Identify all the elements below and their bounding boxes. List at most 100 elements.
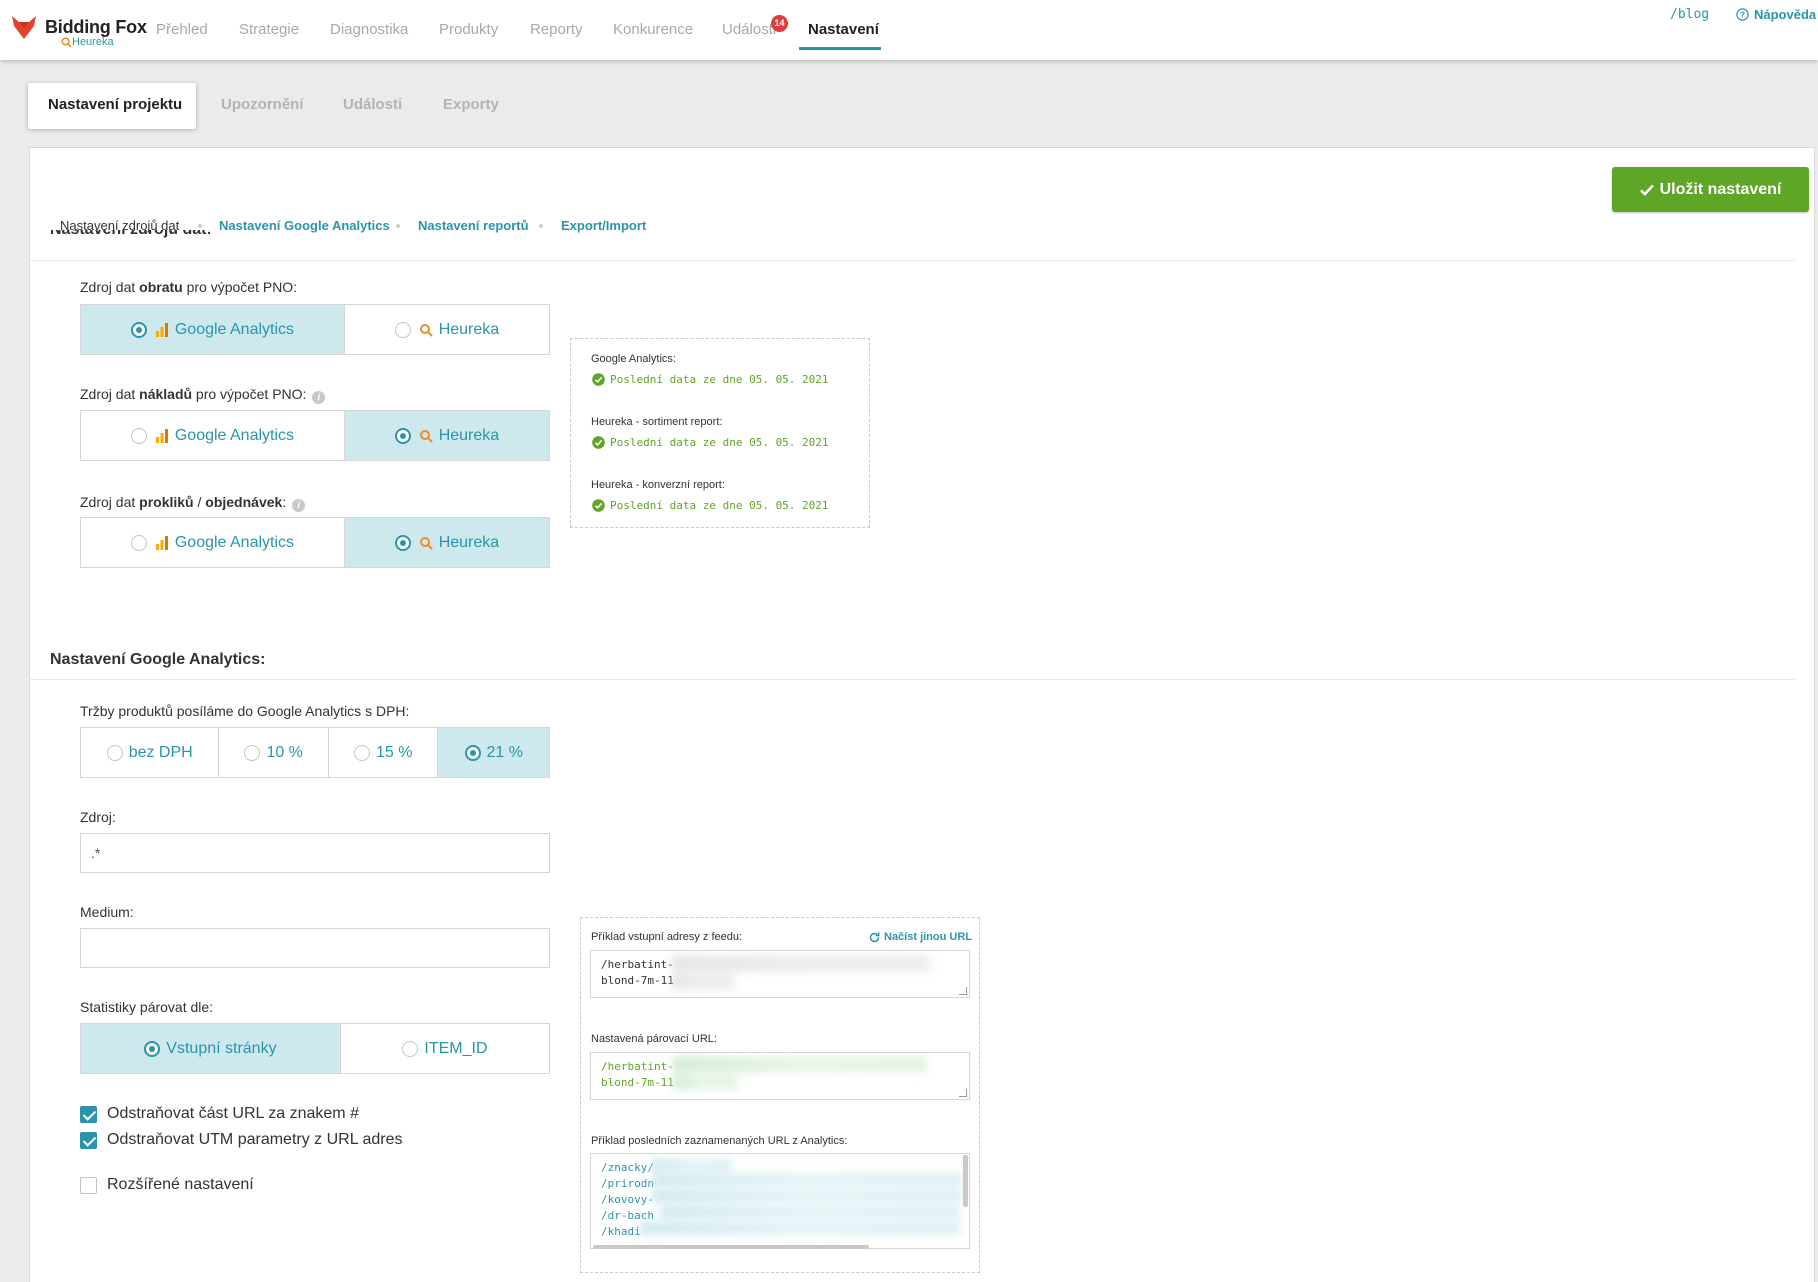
redacted-blur — [652, 1173, 962, 1187]
vat-option-10[interactable]: 10 % — [219, 728, 329, 777]
tab-events[interactable]: Události — [343, 96, 402, 113]
redacted-blur — [640, 1221, 960, 1235]
section-divider — [29, 260, 1795, 261]
medium-label: Medium: — [80, 904, 134, 920]
heureka-option-label: Heureka — [438, 426, 500, 444]
ga-option-label: Google Analytics — [174, 533, 295, 551]
help-circle-icon[interactable]: ? — [1736, 8, 1749, 21]
vertical-scrollbar[interactable] — [963, 1155, 968, 1207]
check-icon — [1639, 184, 1654, 196]
vat-option-21[interactable]: 21 % — [438, 728, 549, 777]
nav-konkurence[interactable]: Konkurence — [613, 21, 693, 38]
clicks-source-label: Zdroj dat prokliků / objednávek: i — [80, 494, 306, 512]
revenue-source-ga-option[interactable]: Google Analytics — [81, 305, 345, 354]
heureka-icon — [419, 429, 433, 443]
google-analytics-icon — [155, 428, 168, 443]
active-nav-indicator — [799, 47, 881, 50]
status-label-heureka-sortiment: Heureka - sortiment report: — [591, 416, 723, 428]
check-circle-icon — [592, 499, 605, 512]
redacted-blur — [660, 1205, 960, 1219]
save-settings-button[interactable]: Uložit nastavení — [1612, 167, 1809, 212]
redacted-blur — [672, 955, 930, 972]
costs-source-label: Zdroj dat nákladů pro výpočet PNO: i — [80, 386, 326, 404]
clicks-source-radio-group: Google Analytics Heureka — [80, 517, 550, 568]
costs-source-heureka-option[interactable]: Heureka — [344, 411, 549, 460]
remove-utm-checkbox[interactable]: Odstraňovat UTM parametry z URL adres — [80, 1131, 403, 1149]
nav-diagnostika[interactable]: Diagnostika — [330, 21, 408, 38]
subnav-reports[interactable]: Nastavení reportů — [418, 218, 529, 233]
subnav-separator — [539, 224, 543, 228]
help-link[interactable]: Nápověda — [1754, 7, 1816, 22]
revenue-source-radio-group: Google Analytics Heureka — [80, 304, 550, 355]
paired-url-label: Nastavená párovací URL: — [591, 1033, 717, 1045]
nav-produkty[interactable]: Produkty — [439, 21, 498, 38]
tab-notifications[interactable]: Upozornění — [221, 96, 304, 113]
redacted-blur — [673, 1056, 927, 1073]
ga-option-label: Google Analytics — [174, 426, 295, 444]
heureka-logo-icon — [61, 37, 72, 48]
data-sources-heading-clipped: Nastavení zdrojů dat: — [50, 230, 210, 244]
match-option-item-id[interactable]: ITEM_ID — [341, 1024, 549, 1073]
radio-empty-icon — [402, 1040, 419, 1057]
reload-url-link[interactable]: Načíst jinou URL — [869, 931, 972, 943]
radio-selected-icon — [394, 427, 411, 444]
subnav-google-analytics[interactable]: Nastavení Google Analytics — [219, 218, 390, 233]
redacted-blur — [652, 1189, 962, 1203]
radio-selected-icon — [464, 744, 481, 761]
fox-logo-icon — [12, 16, 36, 39]
advanced-settings-checkbox[interactable]: Rozšířené nastavení — [80, 1176, 254, 1194]
analytics-urls-label: Příklad posledních zaznamenaných URL z A… — [591, 1135, 848, 1147]
resize-handle[interactable] — [959, 1089, 967, 1097]
clicks-source-heureka-option[interactable]: Heureka — [344, 518, 549, 567]
heureka-icon — [419, 323, 433, 337]
save-settings-label: Uložit nastavení — [1659, 180, 1782, 198]
info-icon[interactable]: i — [312, 391, 326, 404]
tab-exports[interactable]: Exporty — [443, 96, 499, 113]
ga-option-label: Google Analytics — [174, 320, 295, 338]
medium-input[interactable] — [80, 928, 550, 968]
checkbox-empty-icon — [80, 1176, 97, 1194]
radio-empty-icon — [106, 744, 123, 761]
checkbox-checked-icon — [80, 1131, 97, 1149]
source-input[interactable]: .* — [80, 833, 550, 873]
subnav-separator — [396, 224, 400, 228]
check-circle-icon — [592, 436, 605, 449]
nav-reporty[interactable]: Reporty — [530, 21, 583, 38]
tab-project-settings[interactable]: Nastavení projektu — [48, 96, 182, 113]
info-icon[interactable]: i — [292, 499, 306, 512]
status-value-heureka-konverzni: Poslední data ze dne 05. 05. 2021 — [592, 499, 829, 512]
subnav-export-import[interactable]: Export/Import — [561, 218, 646, 233]
vat-radio-group: bez DPH 10 % 15 % 21 % — [80, 727, 550, 778]
radio-empty-icon — [353, 744, 370, 761]
resize-handle[interactable] — [959, 987, 967, 995]
redacted-blur — [652, 1158, 732, 1172]
vat-option-15[interactable]: 15 % — [329, 728, 439, 777]
radio-selected-icon — [394, 534, 411, 551]
heureka-icon — [419, 536, 433, 550]
radio-selected-icon — [130, 321, 147, 338]
match-option-landing-pages[interactable]: Vstupní stránky — [81, 1024, 341, 1073]
match-radio-group: Vstupní stránky ITEM_ID — [80, 1023, 550, 1074]
brand-title[interactable]: Bidding Fox — [45, 17, 147, 38]
blog-link[interactable]: /blog — [1670, 7, 1709, 22]
costs-source-ga-option[interactable]: Google Analytics — [81, 411, 345, 460]
brand-subtitle: Heureka — [72, 36, 114, 48]
source-label: Zdroj: — [80, 809, 116, 825]
status-value-heureka-sortiment: Poslední data ze dne 05. 05. 2021 — [592, 436, 829, 449]
nav-strategie[interactable]: Strategie — [239, 21, 299, 38]
horizontal-scrollbar[interactable] — [593, 1245, 869, 1249]
status-value-ga: Poslední data ze dne 05. 05. 2021 — [592, 373, 829, 386]
check-circle-icon — [592, 373, 605, 386]
redacted-blur — [672, 972, 734, 990]
status-label-ga: Google Analytics: — [591, 353, 676, 365]
google-analytics-icon — [155, 322, 168, 337]
redacted-blur — [673, 1073, 737, 1090]
remove-hash-checkbox[interactable]: Odstraňovat část URL za znakem # — [80, 1105, 359, 1123]
clicks-source-ga-option[interactable]: Google Analytics — [81, 518, 345, 567]
revenue-source-heureka-option[interactable]: Heureka — [345, 305, 549, 354]
vat-option-none[interactable]: bez DPH — [81, 728, 220, 777]
nav-prehled[interactable]: Přehled — [156, 21, 208, 38]
nav-nastaveni[interactable]: Nastavení — [808, 21, 879, 38]
nav-udalosti[interactable]: Události — [722, 21, 776, 38]
status-label-heureka-konverzni: Heureka - konverzní report: — [591, 479, 725, 491]
